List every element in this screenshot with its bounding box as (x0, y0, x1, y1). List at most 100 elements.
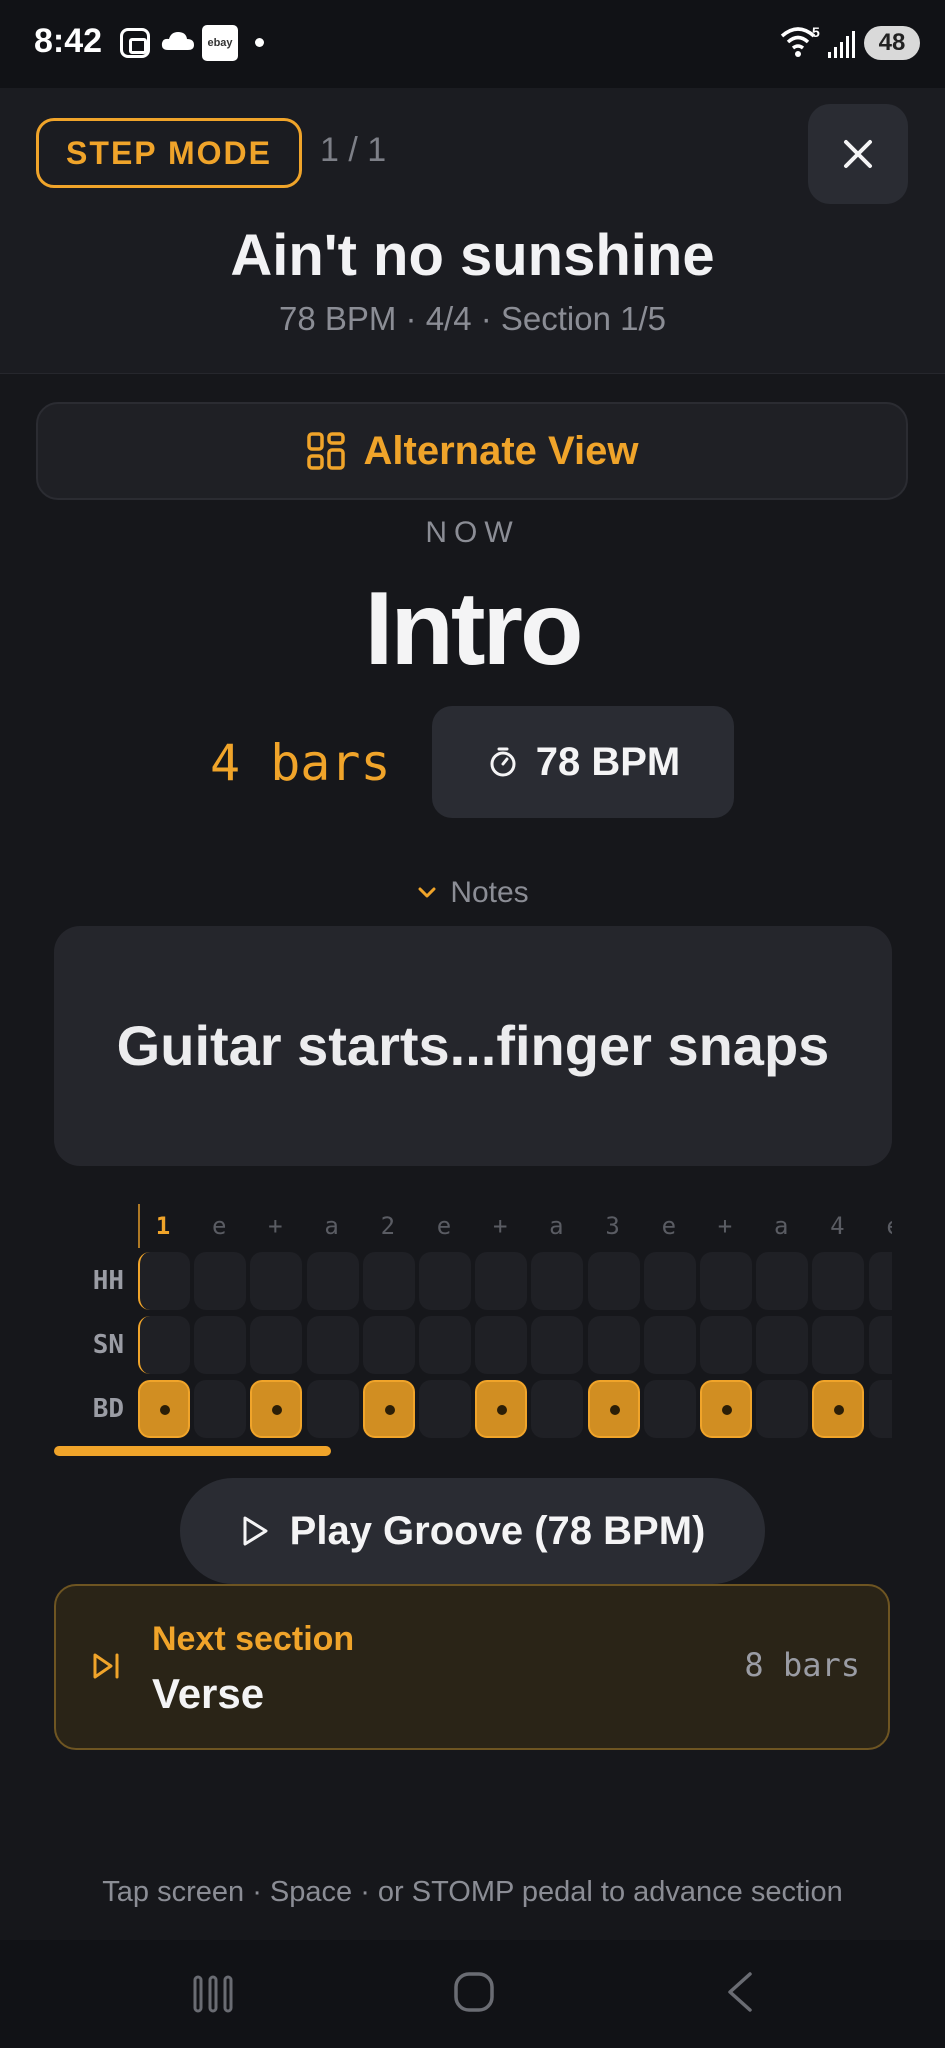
grid-icon (306, 432, 345, 470)
groove-cell[interactable] (643, 1252, 696, 1310)
back-icon[interactable] (722, 1970, 758, 2014)
groove-cell[interactable] (643, 1380, 696, 1438)
groove-cell[interactable] (868, 1252, 892, 1310)
close-icon (844, 140, 872, 168)
groove-cell[interactable] (587, 1316, 640, 1374)
groove-cell-active[interactable] (587, 1380, 640, 1438)
groove-cell[interactable] (868, 1380, 892, 1438)
groove-cell-active[interactable] (812, 1380, 865, 1438)
section-name: Intro (364, 571, 583, 687)
groove-row-label: HH (92, 1266, 124, 1296)
ebay-icon: ebay (202, 25, 238, 61)
groove-cell[interactable] (194, 1252, 247, 1310)
beat-label: 4 (830, 1212, 845, 1240)
skip-next-icon (93, 1653, 119, 1679)
beat-label: + (717, 1212, 733, 1240)
beat-label: a (773, 1212, 789, 1240)
groove-cell[interactable] (306, 1252, 359, 1310)
groove-grid: 1e+a2e+a3e+a4e HHSNBD (54, 1200, 892, 1460)
notes-toggle[interactable]: Notes (0, 876, 945, 910)
beat-label: e (661, 1212, 677, 1240)
beat-label: 2 (380, 1212, 396, 1240)
groove-row-label: SN (92, 1330, 124, 1360)
groove-cell[interactable] (475, 1252, 528, 1310)
play-groove-label: Play Groove (78 BPM) (289, 1508, 706, 1553)
groove-cell-active[interactable] (362, 1380, 415, 1438)
groove-cell[interactable] (531, 1380, 584, 1438)
next-section-bars: 8 bars (744, 1646, 860, 1684)
groove-cell[interactable] (362, 1252, 415, 1310)
notes-toggle-label: Notes (450, 876, 529, 909)
status-time: 8:42 (34, 22, 103, 60)
groove-cell[interactable] (756, 1252, 809, 1310)
groove-cell[interactable] (250, 1316, 303, 1374)
groove-cell[interactable] (700, 1316, 752, 1374)
groove-cell[interactable] (812, 1252, 865, 1310)
groove-cell[interactable] (812, 1316, 865, 1374)
groove-cell[interactable] (756, 1380, 809, 1438)
next-section-name: Verse (152, 1670, 265, 1717)
groove-row-label: BD (92, 1394, 124, 1424)
battery-icon: 48 (864, 26, 920, 60)
system-nav-bar (0, 1940, 945, 2048)
beat-label: + (268, 1212, 283, 1240)
bpm-chip[interactable]: 78 BPM (432, 706, 734, 818)
play-groove-button[interactable]: Play Groove (78 BPM) (180, 1478, 765, 1584)
groove-cell[interactable] (419, 1316, 471, 1374)
home-icon[interactable] (452, 1970, 496, 2014)
groove-cell[interactable] (194, 1380, 247, 1438)
now-label: NOW (425, 516, 520, 549)
signal-icon (828, 31, 855, 58)
groove-cell-active[interactable] (250, 1380, 303, 1438)
next-section-label: Next section (152, 1620, 355, 1658)
groove-cell[interactable] (419, 1380, 471, 1438)
beat-label: 1 (155, 1212, 171, 1240)
groove-cell[interactable] (587, 1252, 640, 1310)
step-count: 1 / 1 (320, 131, 387, 169)
groove-cell[interactable] (306, 1380, 359, 1438)
groove-cell[interactable] (868, 1316, 892, 1374)
groove-cell[interactable] (643, 1316, 696, 1374)
close-button[interactable] (808, 104, 908, 204)
alternate-view-label: Alternate View (363, 428, 639, 473)
groove-cell-active[interactable] (700, 1380, 752, 1438)
step-mode-badge: STEP MODE (36, 118, 302, 188)
groove-progress-bar (54, 1446, 331, 1456)
song-meta: 78 BPM · 4/4 · Section 1/5 (278, 300, 667, 337)
play-icon (243, 1516, 268, 1546)
cloud-icon (161, 32, 194, 50)
beat-label: e (869, 1212, 892, 1240)
stopwatch-icon (490, 747, 516, 777)
advance-hint: Tap screen · Space · or STOMP pedal to a… (102, 1876, 843, 1908)
chevron-down-icon (418, 887, 436, 898)
beat-label: 3 (605, 1212, 620, 1240)
notes-card: Guitar starts...finger snaps (54, 926, 892, 1166)
notes-text: Guitar starts...finger snaps (116, 1014, 830, 1077)
screenshot-icon (120, 28, 150, 58)
beat-label: a (324, 1212, 339, 1240)
section-bars: 4 bars (210, 734, 391, 792)
beat-label: + (492, 1212, 508, 1240)
groove-cell[interactable] (531, 1252, 584, 1310)
song-title: Ain't no sunshine (230, 223, 715, 288)
groove-cell[interactable] (138, 1316, 190, 1374)
groove-cell[interactable] (419, 1252, 471, 1310)
groove-cell[interactable] (138, 1252, 190, 1310)
beat-label: a (549, 1212, 564, 1240)
next-section-card[interactable]: Next section Verse 8 bars (54, 1584, 890, 1750)
groove-cell-active[interactable] (475, 1380, 528, 1438)
groove-cell[interactable] (362, 1316, 415, 1374)
groove-cell-active[interactable] (138, 1380, 190, 1438)
groove-cell[interactable] (756, 1316, 809, 1374)
groove-cell[interactable] (700, 1252, 752, 1310)
groove-cell[interactable] (306, 1316, 359, 1374)
beat-label: e (211, 1212, 227, 1240)
groove-cell[interactable] (475, 1316, 528, 1374)
beat-label: e (436, 1212, 452, 1240)
groove-cell[interactable] (250, 1252, 303, 1310)
groove-cell[interactable] (531, 1316, 584, 1374)
alternate-view-button[interactable]: Alternate View (36, 402, 908, 500)
bpm-chip-label: 78 BPM (535, 739, 681, 784)
groove-cell[interactable] (194, 1316, 247, 1374)
recents-icon[interactable] (192, 1974, 234, 2014)
